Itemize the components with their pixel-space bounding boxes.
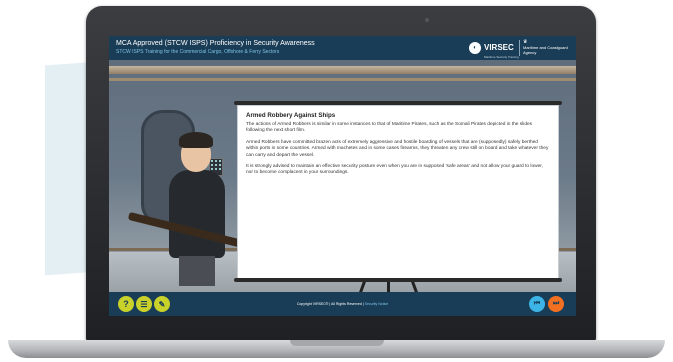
virsec-logo: ◐ VIRSEC Maritime Security Training bbox=[469, 39, 519, 59]
course-screen: MCA Approved (STCW ISPS) Proficiency in … bbox=[109, 36, 576, 316]
course-title: MCA Approved (STCW ISPS) Proficiency in … bbox=[116, 40, 315, 47]
laptop-notch bbox=[290, 340, 384, 346]
mca-logo: ♛ Maritime and Coastguard Agency bbox=[519, 40, 575, 56]
ship-scene: RESTRICTED AREA Armed Robbery Against Sh… bbox=[109, 60, 576, 294]
security-notice-link[interactable]: Security Notice bbox=[365, 302, 389, 306]
previous-button[interactable]: ⏮ bbox=[529, 296, 545, 312]
slide-content-panel: Armed Robbery Against Ships The actions … bbox=[234, 101, 562, 282]
character-body bbox=[169, 170, 225, 258]
pipe-decoration bbox=[109, 66, 576, 74]
course-header: MCA Approved (STCW ISPS) Proficiency in … bbox=[109, 36, 576, 60]
course-footer: ? ☰ ✎ Copyright VIRSEC® | All Rights Res… bbox=[109, 292, 576, 316]
course-subtitle: STCW ISPS Training for the Commercial Ca… bbox=[116, 49, 280, 55]
slide-paragraph: Armed Robbers have committed brazen acts… bbox=[246, 139, 549, 158]
character-legs bbox=[179, 256, 215, 286]
copyright-text: Copyright VIRSEC® | All Rights Reserved … bbox=[296, 302, 364, 306]
pipe-decoration-lower bbox=[109, 78, 576, 81]
slide-title: Armed Robbery Against Ships bbox=[246, 112, 336, 119]
panel-bottom-rod bbox=[234, 278, 562, 282]
agency-name: Maritime and Coastguard Agency bbox=[523, 45, 568, 55]
webcam-dot bbox=[425, 18, 429, 22]
slide-paragraph: The actions of Armed Robbers is similar … bbox=[246, 122, 533, 134]
copyright: Copyright VIRSEC® | All Rights Reserved … bbox=[109, 302, 576, 306]
panel-top-rod bbox=[234, 101, 562, 105]
logo-name: VIRSEC bbox=[484, 43, 514, 52]
next-button[interactable]: ⏭ bbox=[548, 296, 564, 312]
virsec-icon: ◐ bbox=[469, 42, 481, 54]
slide-paragraph: It is strongly advised to maintain an ef… bbox=[246, 164, 543, 176]
character-hair bbox=[179, 132, 213, 148]
logo-sub: Maritime Security Training bbox=[484, 55, 519, 59]
